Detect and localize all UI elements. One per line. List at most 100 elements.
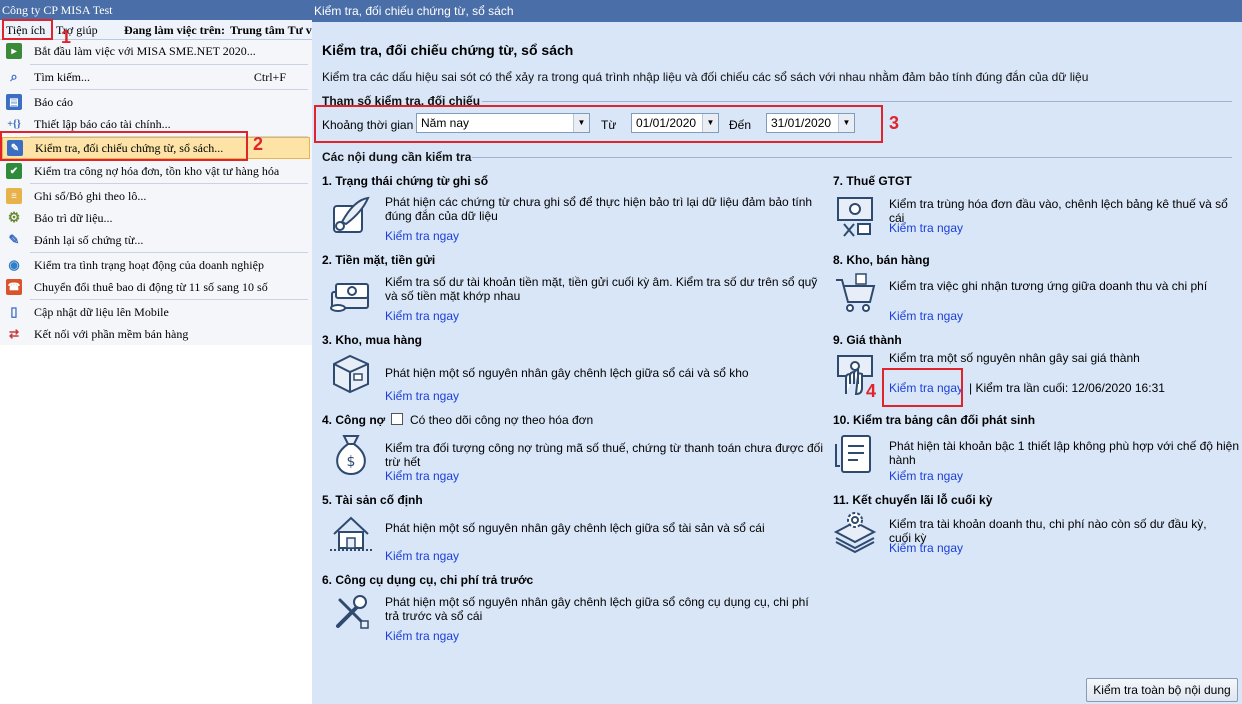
menu-separator [30, 89, 308, 90]
check-now-link[interactable]: Kiểm tra ngay [889, 541, 963, 555]
annotation-box-4 [882, 368, 963, 407]
section-description: Kiểm tra số dư tài khoản tiền mặt, tiền … [385, 275, 818, 303]
section-description: Phát hiện tài khoản bậc 1 thiết lập khôn… [889, 439, 1239, 467]
section-title: 7. Thuế GTGT [833, 174, 912, 188]
section-description: Kiểm tra đối tượng công nợ trùng mã số t… [385, 441, 824, 469]
menu-item-label: Kiểm tra tình trạng hoạt động của doanh … [34, 257, 264, 272]
page-title: Kiểm tra, đối chiếu chứng từ, sổ sách [322, 42, 574, 58]
menu-item-data-maintenance[interactable]: ⚙ Bảo trì dữ liệu... [2, 207, 310, 229]
tax-icon [832, 192, 878, 238]
menu-item-label: Kiểm tra công nợ hóa đơn, tồn kho vật tư… [34, 163, 280, 178]
check-all-button[interactable]: Kiểm tra toàn bộ nội dung [1086, 678, 1238, 702]
gear-icon: ⚙ [7, 210, 21, 226]
menu-item-label: Bắt đầu làm việc với MISA SME.NET 2020..… [34, 43, 256, 58]
page-description: Kiểm tra các dấu hiệu sai sót có thể xảy… [322, 70, 1089, 84]
edit-icon: ✎ [8, 232, 20, 247]
app-window: Công ty CP MISA Test Tiện ích Trợ giúp Đ… [0, 0, 312, 704]
app-title: Công ty CP MISA Test [0, 0, 312, 20]
divider [472, 157, 1232, 158]
checkbox-icon: ✔ [6, 163, 22, 179]
section-title: 2. Tiền mặt, tiền gửi [322, 253, 436, 267]
menu-item-label: Kết nối với phần mềm bán hàng [34, 326, 189, 341]
annotation-number-1: 1 [61, 27, 72, 47]
annotation-number-3: 3 [889, 113, 900, 133]
working-on-label: Đang làm việc trên: [124, 23, 225, 37]
menu-item-label: Tìm kiếm... [34, 69, 90, 84]
check-now-link[interactable]: Kiểm tra ngay [889, 309, 963, 323]
section-title: 6. Công cụ dụng cụ, chi phí trả trước [322, 573, 534, 587]
debt-by-invoice-checkbox[interactable] [391, 413, 403, 425]
menu-item-search[interactable]: ⌕ Tìm kiếm... Ctrl+F [2, 66, 310, 88]
check-now-link[interactable]: Kiểm tra ngay [385, 389, 459, 403]
search-icon: ⌕ [10, 69, 18, 84]
money-icon [328, 270, 374, 316]
balance-icon [832, 430, 878, 476]
section-description: Phát hiện một số nguyên nhân gây chênh l… [385, 366, 749, 380]
menu-item-renumber[interactable]: ✎ Đánh lại số chứng từ... [2, 229, 310, 251]
menu-item-check-invoice-stock[interactable]: ✔ Kiểm tra công nợ hóa đơn, tồn kho vật … [2, 160, 310, 182]
check-now-link[interactable]: Kiểm tra ngay [385, 629, 459, 643]
section-title: 10. Kiểm tra bảng cân đối phát sinh [833, 413, 1036, 427]
section-description: Kiểm tra một số nguyên nhân gây sai giá … [889, 351, 1140, 365]
annotation-box-2 [0, 131, 248, 161]
menu-item-label: Đánh lại số chứng từ... [34, 232, 144, 247]
debt-by-invoice-label: Có theo dõi công nợ theo hóa đơn [410, 413, 594, 427]
house-icon [328, 510, 374, 556]
menu-item-shortcut: Ctrl+F [253, 69, 286, 84]
section-description: Kiểm tra việc ghi nhận tương ứng giữa do… [889, 279, 1208, 293]
menu-separator [30, 299, 308, 300]
cart-icon [832, 270, 878, 316]
check-now-link[interactable]: Kiểm tra ngay [889, 221, 963, 235]
check-now-link[interactable]: Kiểm tra ngay [889, 469, 963, 483]
menu-item-business-status[interactable]: ◉ Kiểm tra tình trạng hoạt động của doan… [2, 254, 310, 276]
working-on-value: Trung tâm Tư v [230, 23, 312, 37]
tools-icon [328, 590, 374, 636]
report-icon: ▤ [6, 94, 22, 110]
annotation-number-2: 2 [253, 134, 264, 154]
last-check-text: | Kiểm tra lần cuối: 12/06/2020 16:31 [969, 381, 1165, 395]
annotation-number-4: 4 [866, 381, 877, 401]
contents-group-title: Các nội dung cần kiểm tra [322, 150, 472, 164]
menu-item-label: Chuyển đổi thuê bao di động từ 11 số san… [34, 279, 268, 294]
menu-item-post-batch[interactable]: ≡ Ghi sổ/Bỏ ghi theo lô... [2, 185, 310, 207]
section-title: 3. Kho, mua hàng [322, 333, 423, 347]
section-title: 11. Kết chuyển lãi lỗ cuối kỳ [833, 493, 993, 507]
menu-item-mobile-sync[interactable]: ▯ Cập nhật dữ liệu lên Mobile [2, 301, 310, 323]
section-description: Phát hiện các chứng từ chưa ghi sổ để th… [385, 195, 813, 223]
section-title: 1. Trạng thái chứng từ ghi sổ [322, 174, 489, 188]
cart-link-icon: ⇄ [8, 326, 20, 341]
annotation-box-1 [2, 19, 53, 40]
ledger-icon: ≡ [6, 188, 22, 204]
start-icon: ▸ [6, 43, 22, 59]
menu-item-report[interactable]: ▤ Báo cáo [2, 91, 310, 113]
panel-window-title: Kiểm tra, đối chiếu chứng từ, sổ sách [312, 0, 1242, 22]
section-description: Phát hiện một số nguyên nhân gây chênh l… [385, 595, 809, 623]
phone-icon: ☎ [6, 279, 22, 295]
section-title: 8. Kho, bán hàng [833, 253, 930, 267]
check-now-link[interactable]: Kiểm tra ngay [385, 549, 459, 563]
braces-icon: +{} [7, 118, 21, 130]
menu-separator [30, 64, 308, 65]
check-now-link[interactable]: Kiểm tra ngay [385, 469, 459, 483]
section-title: 5. Tài sản cố định [322, 493, 423, 507]
check-now-link[interactable]: Kiểm tra ngay [385, 309, 459, 323]
section-description: Phát hiện một số nguyên nhân gây chênh l… [385, 521, 765, 535]
tien-ich-dropdown-menu: ▸ Bắt đầu làm việc với MISA SME.NET 2020… [0, 40, 312, 345]
menu-separator [30, 252, 308, 253]
svg-text:$: $ [347, 454, 356, 470]
section-title: 9. Giá thành [833, 333, 902, 347]
menu-item-label: Thiết lập báo cáo tài chính... [34, 116, 171, 131]
globe-icon: ◉ [8, 257, 20, 272]
menu-item-label: Bảo trì dữ liệu... [34, 210, 113, 225]
menu-item-phone-convert[interactable]: ☎ Chuyển đổi thuê bao di động từ 11 số s… [2, 276, 310, 298]
menu-item-start[interactable]: ▸ Bắt đầu làm việc với MISA SME.NET 2020… [2, 40, 310, 62]
money-bag-icon: $ [328, 430, 374, 476]
divider [482, 101, 1232, 102]
mobile-icon: ▯ [10, 304, 18, 319]
check-now-link[interactable]: Kiểm tra ngay [385, 229, 459, 243]
menu-item-label: Ghi sổ/Bỏ ghi theo lô... [34, 188, 147, 203]
layers-gear-icon [832, 508, 878, 554]
quill-icon [328, 192, 374, 238]
menu-item-sales-connect[interactable]: ⇄ Kết nối với phần mềm bán hàng [2, 323, 310, 345]
box-icon [328, 350, 374, 396]
